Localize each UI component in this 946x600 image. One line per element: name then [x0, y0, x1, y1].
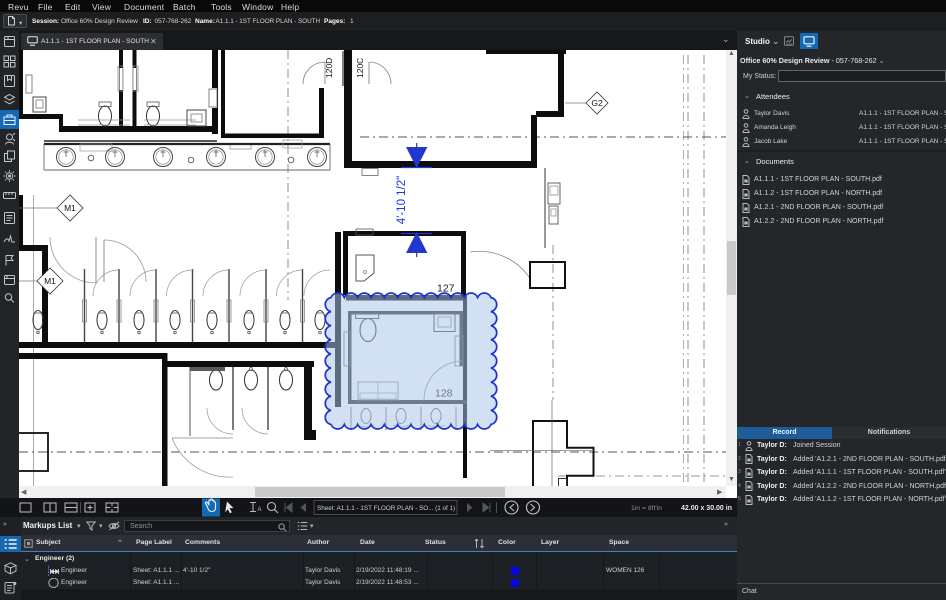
svg-text:G2: G2: [591, 98, 603, 108]
svg-text:A: A: [258, 507, 262, 513]
svg-text:4'-10 1/2": 4'-10 1/2": [396, 176, 408, 224]
svg-text:M1: M1: [64, 203, 76, 213]
svg-text:120C: 120C: [355, 58, 365, 78]
svg-text:42.00 x 30.00 in: 42.00 x 30.00 in: [681, 505, 732, 512]
svg-text:1in = 8ft'in: 1in = 8ft'in: [631, 505, 662, 512]
svg-text:Sheet: A1.1.1 - 1ST FLOOR PLAN: Sheet: A1.1.1 - 1ST FLOOR PLAN - SO... (…: [317, 505, 455, 512]
svg-text:M1: M1: [44, 276, 56, 286]
svg-text:120D: 120D: [324, 58, 334, 78]
